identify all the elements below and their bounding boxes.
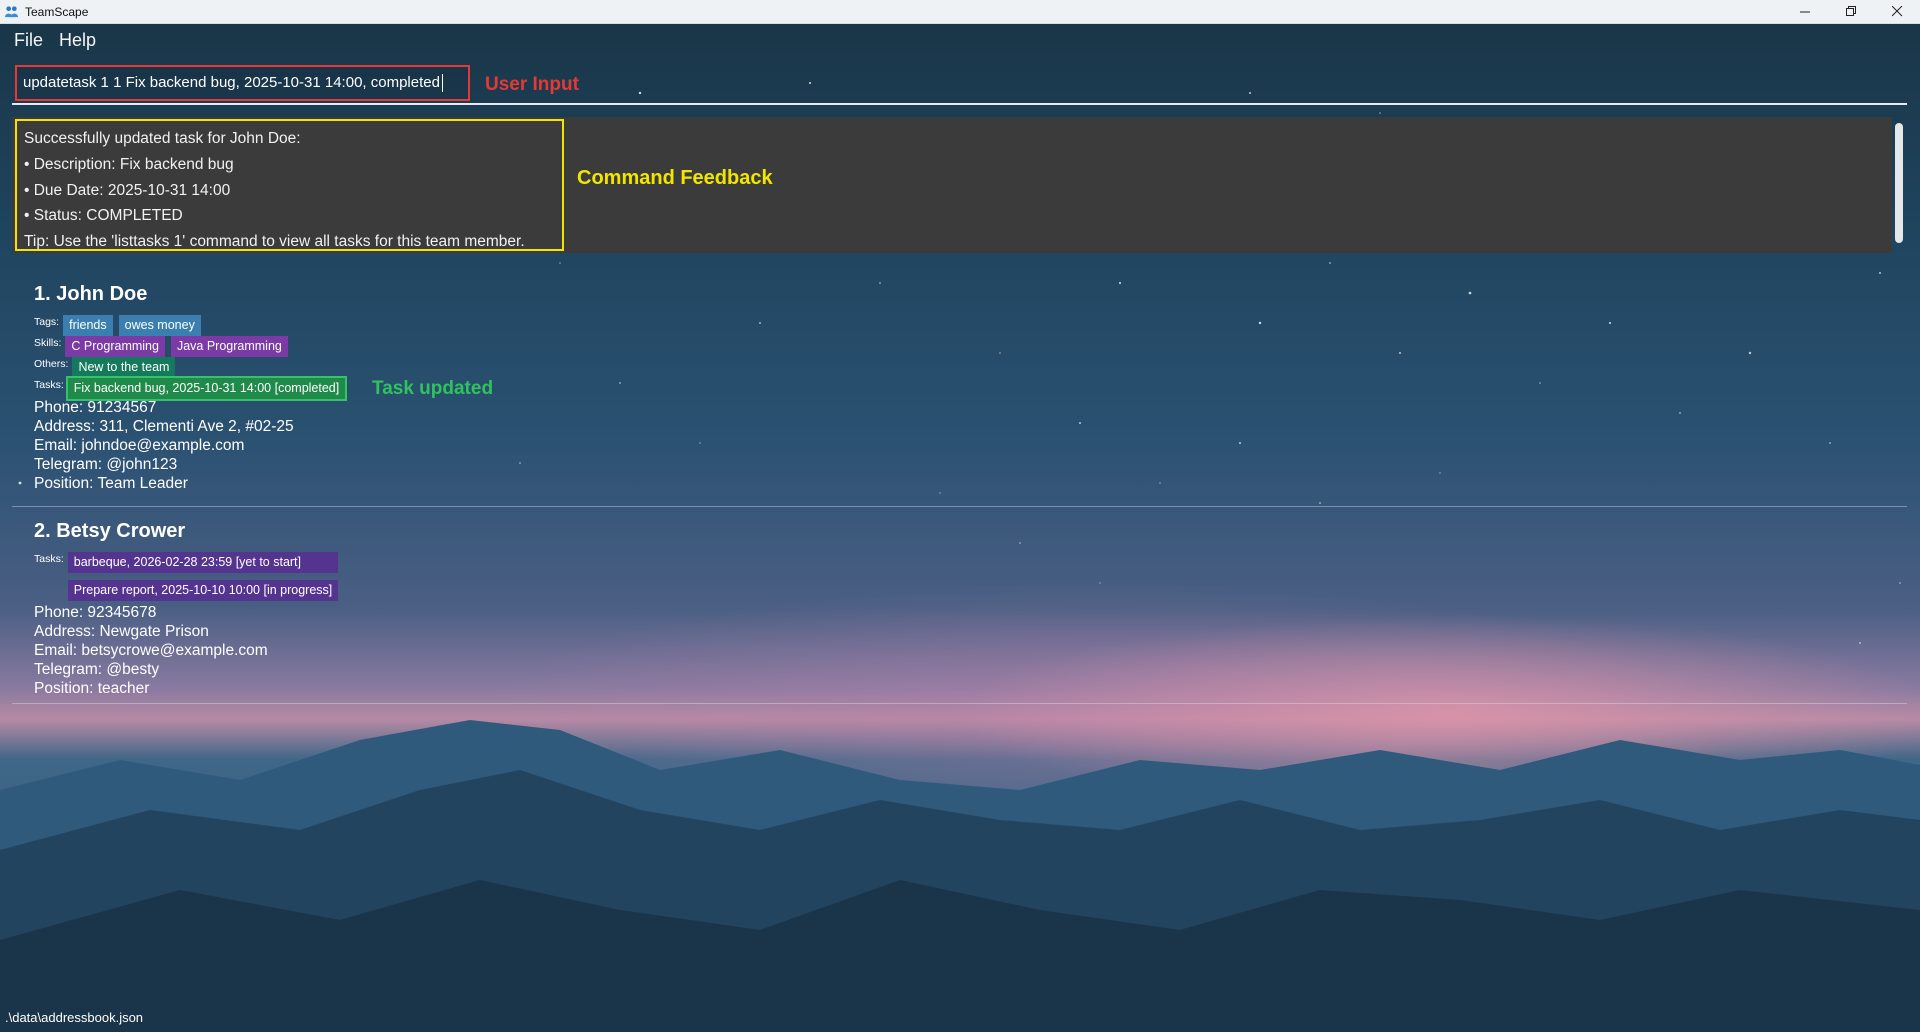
close-button[interactable] [1874, 0, 1920, 23]
task-list: barbeque, 2026-02-28 23:59 [yet to start… [67, 552, 345, 601]
tag-chip: friends [63, 315, 113, 336]
other-chip: New to the team [72, 357, 176, 378]
task-updated-annotation: Task updated [372, 378, 494, 399]
close-icon [1891, 6, 1902, 17]
skill-chip: Java Programming [170, 336, 288, 357]
phone: Phone: 91234567 [34, 399, 157, 416]
menu-help[interactable]: Help [51, 27, 104, 54]
others-label: Others: [34, 358, 69, 370]
email: Email: betsycrowe@example.com [34, 642, 268, 659]
skills-label: Skills: [34, 337, 62, 349]
result-line: • Due Date: 2025-10-31 14:00 [24, 181, 231, 199]
restore-button[interactable] [1828, 0, 1874, 23]
tag-chip: owes money [118, 315, 201, 336]
address: Address: 311, Clementi Ave 2, #02-25 [34, 418, 294, 435]
tasks-row: Tasks: barbeque, 2026-02-28 23:59 [yet t… [34, 552, 344, 601]
task-chip: barbeque, 2026-02-28 23:59 [yet to start… [67, 552, 339, 573]
background-mountains [0, 720, 1920, 1032]
command-feedback-annotation: Command Feedback [577, 167, 773, 189]
card-divider [12, 506, 1907, 507]
address: Address: Newgate Prison [34, 623, 209, 640]
task-chip: Fix backend bug, 2025-10-31 14:00 [compl… [65, 376, 348, 401]
telegram: Telegram: @john123 [34, 456, 178, 473]
app-icon [4, 6, 19, 18]
minimize-icon [1799, 11, 1810, 13]
position: Position: Team Leader [34, 475, 188, 492]
status-bar-file-path: .\data\addressbook.json [5, 1010, 144, 1025]
tasks-label: Tasks: [34, 553, 64, 565]
minimize-button[interactable] [1782, 0, 1828, 23]
result-line: Tip: Use the 'listtasks 1' command to vi… [24, 233, 525, 251]
command-input[interactable]: updatetask 1 1 Fix backend bug, 2025-10-… [15, 65, 470, 101]
phone: Phone: 92345678 [34, 604, 157, 621]
person-name: 1. John Doe [34, 283, 148, 305]
tasks-row: Tasks: Fix backend bug, 2025-10-31 14:00… [34, 376, 351, 401]
email: Email: johndoe@example.com [34, 437, 245, 454]
command-underline [12, 104, 1907, 105]
window-title-bar: TeamScape [0, 0, 1920, 24]
menu-bar: File Help [6, 27, 104, 54]
user-input-annotation: User Input [485, 74, 579, 95]
tags-row: Tags: friends owes money [34, 315, 207, 336]
tags-label: Tags: [34, 316, 60, 328]
telegram: Telegram: @besty [34, 661, 160, 678]
window-controls [1782, 0, 1920, 23]
text-caret [441, 74, 443, 93]
menu-file[interactable]: File [6, 27, 51, 54]
skills-row: Skills: C Programming Java Programming [34, 336, 294, 357]
skill-chip: C Programming [65, 336, 165, 357]
result-line: • Status: COMPLETED [24, 207, 183, 225]
task-chip: Prepare report, 2025-10-10 10:00 [in pro… [67, 580, 339, 601]
restore-icon [1845, 6, 1856, 16]
person-name: 2. Betsy Crower [34, 520, 186, 542]
window-title: TeamScape [25, 4, 89, 19]
others-row: Others: New to the team [34, 357, 181, 378]
result-text: Successfully updated task for John Doe: … [15, 119, 564, 251]
result-scrollbar-thumb[interactable] [1895, 123, 1903, 243]
position: Position: teacher [34, 680, 150, 697]
result-line: Successfully updated task for John Doe: [24, 130, 301, 147]
command-text: updatetask 1 1 Fix backend bug, 2025-10-… [23, 74, 440, 91]
result-line: • Description: Fix backend bug [24, 155, 234, 173]
card-divider [12, 703, 1907, 704]
command-box: updatetask 1 1 Fix backend bug, 2025-10-… [12, 65, 1907, 105]
tasks-label: Tasks: [34, 379, 64, 391]
